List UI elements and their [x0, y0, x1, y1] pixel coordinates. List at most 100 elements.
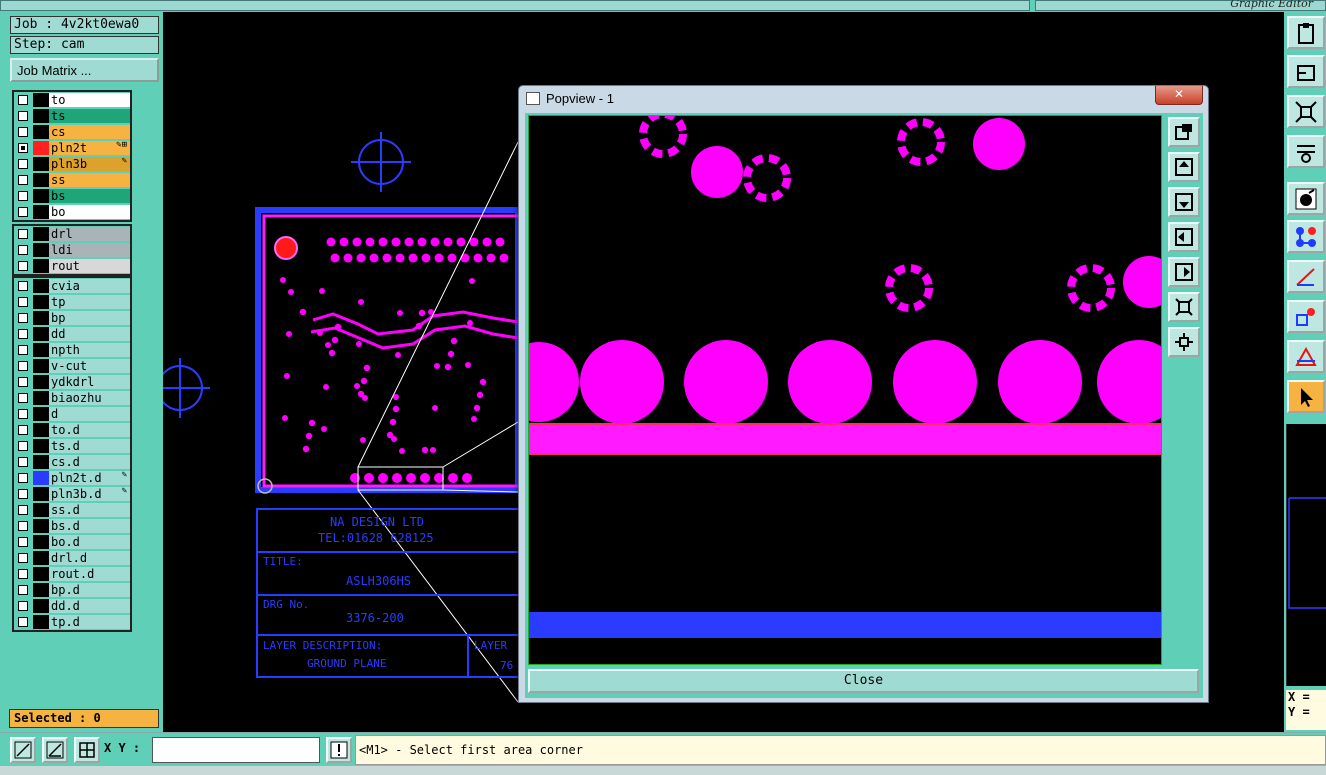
layer-row[interactable]: bp — [14, 310, 130, 326]
angle-button[interactable] — [1287, 340, 1325, 373]
layer-checkbox[interactable] — [18, 361, 28, 371]
clipboard-button[interactable] — [1287, 16, 1325, 49]
layer-row[interactable]: cvia — [14, 278, 130, 294]
layer-row[interactable]: bp.d — [14, 582, 130, 598]
layer-checkbox[interactable] — [18, 617, 28, 627]
layer-affected-swatch[interactable] — [33, 519, 49, 533]
layer-checkbox[interactable] — [18, 245, 28, 255]
layer-affected-swatch[interactable] — [33, 93, 49, 107]
layer-row[interactable]: pln2t ✎⊞ — [14, 140, 130, 156]
layer-affected-swatch[interactable] — [33, 471, 49, 485]
layer-checkbox[interactable] — [18, 505, 28, 515]
layer-name[interactable]: cs.d — [49, 455, 130, 469]
layer-name[interactable]: tp — [49, 295, 130, 309]
layer-affected-swatch[interactable] — [33, 141, 49, 155]
layer-name[interactable]: bp — [49, 311, 130, 325]
layer-checkbox[interactable] — [18, 207, 28, 217]
layer-checkbox[interactable] — [18, 377, 28, 387]
layer-affected-swatch[interactable] — [33, 407, 49, 421]
layer-name[interactable]: to.d — [49, 423, 130, 437]
layer-name[interactable]: pln3b.d — [49, 487, 130, 501]
layer-row[interactable]: drl.d — [14, 550, 130, 566]
popview-close-button[interactable]: Close — [528, 669, 1199, 693]
layer-name[interactable]: bo — [49, 205, 130, 219]
layer-row[interactable]: ldi — [14, 242, 130, 258]
layer-row[interactable]: tp — [14, 294, 130, 310]
layer-row[interactable]: bs — [14, 188, 130, 204]
layer-affected-swatch[interactable] — [33, 227, 49, 241]
layer-name[interactable]: bo.d — [49, 535, 130, 549]
layer-affected-swatch[interactable] — [33, 423, 49, 437]
layer-affected-swatch[interactable] — [33, 551, 49, 565]
layer-affected-swatch[interactable] — [33, 375, 49, 389]
layer-checkbox[interactable] — [18, 191, 28, 201]
layer-affected-swatch[interactable] — [33, 173, 49, 187]
layer-row[interactable]: biaozhu — [14, 390, 130, 406]
layer-affected-swatch[interactable] — [33, 567, 49, 581]
job-matrix-button[interactable]: Job Matrix ... — [10, 58, 159, 82]
layer-row[interactable]: npth — [14, 342, 130, 358]
layer-row[interactable]: drl — [14, 226, 130, 242]
layer-checkbox[interactable] — [18, 329, 28, 339]
layer-affected-swatch[interactable] — [33, 279, 49, 293]
layer-row[interactable]: ts — [14, 108, 130, 124]
snap-button[interactable] — [1287, 300, 1325, 333]
layer-checkbox[interactable] — [18, 95, 28, 105]
layer-row[interactable]: bo — [14, 204, 130, 220]
layer-name[interactable]: rout.d — [49, 567, 130, 581]
layer-name[interactable]: to — [49, 93, 130, 107]
layer-name[interactable]: drl.d — [49, 551, 130, 565]
zoom-fit-button[interactable] — [1287, 95, 1325, 128]
layer-checkbox[interactable] — [18, 143, 28, 153]
layer-row[interactable]: v-cut — [14, 358, 130, 374]
layer-name[interactable]: bs — [49, 189, 130, 203]
layer-row[interactable]: pln3b.d ✎ — [14, 486, 130, 502]
layer-affected-swatch[interactable] — [33, 535, 49, 549]
layer-name[interactable]: bp.d — [49, 583, 130, 597]
layer-name[interactable]: cs — [49, 125, 130, 139]
layer-affected-swatch[interactable] — [33, 343, 49, 357]
layer-checkbox[interactable] — [18, 345, 28, 355]
layer-checkbox[interactable] — [18, 585, 28, 595]
layer-affected-swatch[interactable] — [33, 189, 49, 203]
layer-name[interactable]: ss — [49, 173, 130, 187]
layer-row[interactable]: ss — [14, 172, 130, 188]
zoom-out-button[interactable] — [1168, 327, 1200, 357]
pan-right-button[interactable] — [1168, 257, 1200, 287]
measure-button[interactable] — [1287, 135, 1325, 168]
layer-affected-swatch[interactable] — [33, 157, 49, 171]
layer-checkbox[interactable] — [18, 521, 28, 531]
layer-checkbox[interactable] — [18, 127, 28, 137]
layer-checkbox[interactable] — [18, 297, 28, 307]
layer-checkbox[interactable] — [18, 489, 28, 499]
pan-up-button[interactable] — [1168, 152, 1200, 182]
layer-name[interactable]: biaozhu — [49, 391, 130, 405]
pan-left-button[interactable] — [1168, 222, 1200, 252]
layer-row[interactable]: rout.d — [14, 566, 130, 582]
layer-name[interactable]: dd — [49, 327, 130, 341]
layer-affected-swatch[interactable] — [33, 205, 49, 219]
layer-checkbox[interactable] — [18, 457, 28, 467]
layer-affected-swatch[interactable] — [33, 455, 49, 469]
layer-affected-swatch[interactable] — [33, 311, 49, 325]
layer-row[interactable]: ydkdrl — [14, 374, 130, 390]
layer-name[interactable]: rout — [49, 259, 130, 273]
layer-affected-swatch[interactable] — [33, 259, 49, 273]
layer-affected-swatch[interactable] — [33, 125, 49, 139]
zoom-home-button[interactable] — [1168, 117, 1200, 147]
layer-checkbox[interactable] — [18, 111, 28, 121]
snap-mode-button[interactable] — [10, 737, 36, 763]
layer-checkbox[interactable] — [18, 229, 28, 239]
layer-name[interactable]: bs.d — [49, 519, 130, 533]
layer-affected-swatch[interactable] — [33, 599, 49, 613]
layer-checkbox[interactable] — [18, 175, 28, 185]
layer-row[interactable]: ts.d — [14, 438, 130, 454]
pointer-button[interactable] — [1287, 380, 1325, 413]
layer-affected-swatch[interactable] — [33, 295, 49, 309]
layer-checkbox[interactable] — [18, 393, 28, 403]
layer-checkbox[interactable] — [18, 473, 28, 483]
layer-row[interactable]: dd — [14, 326, 130, 342]
popview-titlebar[interactable]: Popview - 1 ✕ — [519, 86, 1208, 112]
layer-name[interactable]: dd.d — [49, 599, 130, 613]
layer-row[interactable]: tp.d — [14, 614, 130, 630]
